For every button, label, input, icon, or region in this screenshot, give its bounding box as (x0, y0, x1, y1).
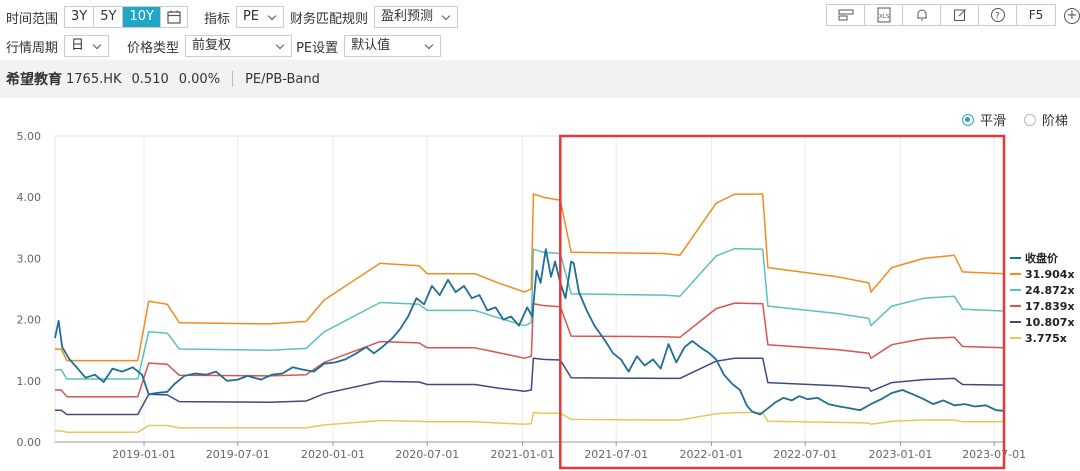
plot-frame (54, 135, 1005, 443)
x-tick-label: 2019-01-01 (112, 448, 176, 461)
x-tick-label: 2022-01-01 (680, 448, 744, 461)
y-tick-label: 1.00 (17, 375, 42, 388)
pe-band-chart: 0.001.002.003.004.005.00 2019-01-01 2019-… (17, 130, 1075, 470)
x-tick-label: 2020-01-01 (301, 448, 365, 461)
series-line-b2 (55, 247, 1005, 380)
y-tick-label: 3.00 (17, 252, 42, 265)
x-tick-label: 2023-07-01 (962, 448, 1026, 461)
highlight-box (559, 134, 1006, 470)
x-tick-label: 2023-01-01 (868, 448, 932, 461)
legend-label-price: 收盘价 (1025, 251, 1059, 265)
series-line-b4 (55, 357, 1005, 416)
x-tick-label: 2021-07-01 (584, 448, 648, 461)
y-tick-label: 2.00 (17, 314, 42, 327)
legend-label-b4: 10.807x (1025, 316, 1075, 329)
y-tick-label: 5.00 (17, 130, 42, 143)
chart-legend: 收盘价 31.904x 24.872x 17.839x 10.807x 3.775x (1010, 251, 1075, 345)
legend-label-b3: 17.839x (1025, 300, 1075, 313)
legend-label-b5: 3.775x (1025, 332, 1067, 345)
chart-grid (54, 135, 1005, 443)
x-axis: 2019-01-01 2019-07-01 2020-01-01 2020-07-01… (55, 441, 1026, 461)
x-tick-label: 2022-07-01 (773, 448, 837, 461)
series-line-b5 (55, 411, 1004, 433)
y-tick-label: 0.00 (17, 436, 42, 449)
legend-label-b2: 24.872x (1025, 284, 1075, 297)
y-tick-label: 4.00 (17, 191, 42, 204)
series-line-b1 (55, 193, 1005, 362)
x-tick-label: 2019-07-01 (206, 448, 270, 461)
legend-label-b1: 31.904x (1025, 268, 1075, 281)
x-tick-label: 2021-01-01 (491, 448, 555, 461)
highlight-rectangle (559, 134, 1006, 470)
chart-lines (54, 193, 1005, 433)
y-axis: 0.00 1.00 2.00 3.00 4.00 5.00 (17, 130, 42, 449)
x-tick-label: 2020-07-01 (395, 448, 459, 461)
